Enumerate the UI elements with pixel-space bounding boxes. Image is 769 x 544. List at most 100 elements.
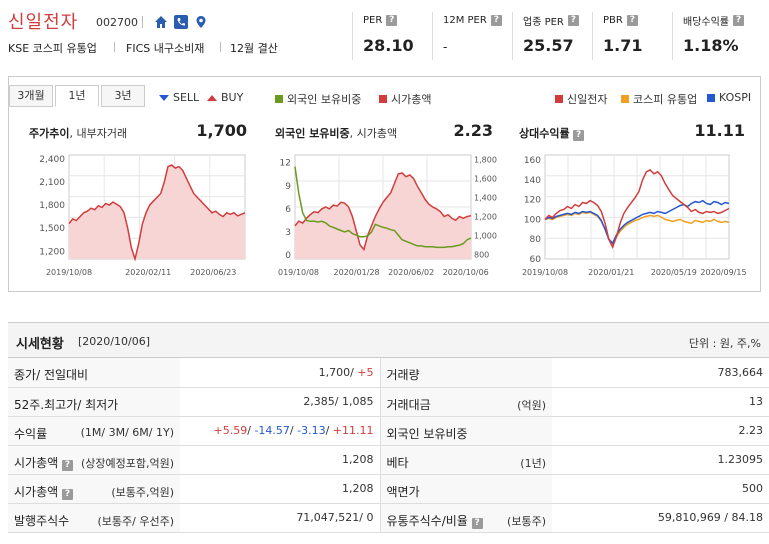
phone-icon[interactable] (174, 15, 188, 29)
price-chart: 주가추이, 내부자거래 1,700 2,400 2,100 1,800 1,500 1,… (19, 115, 255, 285)
row-key-sub: (상장예정포함,억원) (80, 456, 174, 470)
row-key-2-label: 거래량 (387, 366, 420, 383)
dividend-yield-metric: 배당수익률? 1.18% (672, 12, 768, 60)
relative-chart: 상대수익률 ? 11.11 160 140 120 100 80 60 2019/10/08… (509, 115, 753, 285)
price-chart-svg: 2,400 2,100 1,800 1,500 1,200 2019/10/08 2020/… (39, 154, 246, 277)
row-key-2: 외국인 보유비중 (379, 416, 552, 446)
tab-1y[interactable]: 1년 (55, 85, 99, 107)
foreign-label: 외국인 보유비중 (287, 93, 362, 106)
row-key-2-text: 거래대금 (386, 397, 431, 412)
row-value: 1,208 (180, 474, 380, 504)
row-key-2-sub: (1년) (520, 456, 546, 470)
help-icon[interactable]: ? (573, 130, 585, 141)
help-icon[interactable]: ? (733, 14, 744, 26)
x-tick-label: 2019/10/08 (46, 268, 92, 277)
row-value-2: 783,664 (552, 358, 769, 388)
x-tick-label: 2020/01/21 (588, 268, 634, 277)
map-pin-icon[interactable] (194, 15, 208, 29)
row-key-label: 종가/ 전일대비 (14, 366, 88, 383)
row-key-2-label: 베타 (387, 454, 409, 471)
row-key-label: 발행주식수 (14, 512, 69, 529)
market-label: KSE 코스피 유통업 (8, 42, 97, 55)
pbr-value: 1.71 (603, 36, 643, 55)
row-key-2: 거래량 (379, 358, 552, 388)
y-tick-label: 1,500 (39, 224, 65, 234)
12m-per-metric: 12M PER? - (432, 12, 512, 60)
mcap-label: 시가총액 (391, 93, 432, 106)
stock-code: 002700 (96, 16, 138, 29)
help-icon[interactable]: ? (386, 14, 398, 26)
meta-divider (114, 42, 115, 52)
industry-per-metric: 업종 PER? 25.57 (512, 12, 592, 60)
dividend-yield-value: 1.18% (683, 36, 739, 55)
y-right-tick-label: 1,200 (474, 212, 497, 221)
rel-a-legend: 신일전자 (555, 91, 607, 107)
legend-swatch (621, 95, 629, 103)
help-icon[interactable]: ? (62, 488, 73, 500)
return-1m: +5.59 (213, 424, 248, 437)
sell-legend[interactable]: SELL (159, 91, 199, 104)
foreign-chart-title-main: 외국인 보유비중 (275, 127, 350, 140)
returns-value: +5.59/ -14.57/ -3.13/ +11.11 (180, 416, 380, 446)
relative-chart-value: 11.11 (694, 121, 745, 140)
legend-swatch (275, 95, 283, 103)
return-1y: +11.11 (332, 424, 374, 437)
y-right-tick-label: 1,800 (474, 156, 497, 165)
price-chart-title-main: 주가추이 (29, 127, 70, 140)
market-status-header: 시세현황 [2020/10/06] 단위 : 원, 주,% (8, 322, 769, 358)
help-icon[interactable]: ? (62, 459, 73, 471)
tab-3y[interactable]: 3년 (101, 85, 145, 107)
y-tick-label: 2,400 (39, 155, 65, 165)
relative-chart-svg: 160 140 120 100 80 60 2019/10/08 2020/01/21 2020… (522, 154, 747, 277)
y-tick-label: 80 (530, 235, 542, 245)
12m-per-value: - (443, 40, 448, 54)
y-left-tick-label: 0 (285, 251, 291, 261)
industry-per-value: 25.57 (523, 36, 574, 55)
y-tick-label: 2,100 (39, 178, 65, 188)
per-value: 28.10 (363, 36, 414, 55)
row-value-2: 59,810,969 / 84.18 (552, 503, 769, 533)
tab-3m[interactable]: 3개월 (9, 85, 53, 107)
foreign-chart-svg: 12 9 6 3 0 1,800 1,600 1,400 1,200 1,000 800 019/10… (278, 154, 497, 277)
market-status-table: 종가/ 전일대비 1,700/ +5 거래량 783,664 52주.최고가/ … (8, 358, 769, 533)
row-key-2-text: 거래량 (386, 368, 420, 382)
y-tick-label: 120 (524, 196, 541, 206)
x-tick-label: 2019/10/08 (522, 268, 568, 277)
row-key-2-sub: (억원) (517, 398, 546, 412)
row-key-2-label: 외국인 보유비중 (387, 425, 468, 442)
help-icon[interactable]: ? (626, 14, 638, 26)
chart-panel: 3개월 1년 3년 SELL BUY 외국인 보유비중 시가총액 신일전자 코스… (8, 76, 761, 292)
buy-label: BUY (221, 91, 244, 104)
help-icon[interactable]: ? (490, 14, 502, 26)
sell-label: SELL (173, 91, 200, 104)
help-icon[interactable]: ? (567, 14, 579, 26)
x-tick-label: 2020/09/15 (700, 268, 746, 277)
row-key-2-text: 외국인 보유비중 (386, 426, 468, 441)
y-tick-label: 100 (524, 215, 541, 225)
table-row: 수익률 (1M/ 3M/ 6M/ 1Y) +5.59/ -14.57/ -3.1… (8, 416, 769, 446)
row-key-2-label: 거래대금 (387, 396, 431, 413)
home-icon[interactable] (154, 15, 168, 29)
stock-header: 신일전자 002700 KSE 코스피 유통업 FICS 내구소비재 12월 결… (0, 0, 769, 64)
relative-chart-title-main: 상대수익률 (519, 127, 570, 140)
price-chart-title: 주가추이, 내부자거래 (29, 125, 127, 141)
per-metric: PER? 28.10 (352, 12, 432, 60)
company-name: 신일전자 (8, 12, 79, 33)
row-key-sub: (보통주/ 우선주) (97, 514, 174, 528)
foreign-chart: 외국인 보유비중, 시가총액 2.23 12 9 6 3 0 1,800 1,600 1,40… (265, 115, 501, 285)
row-key-text: 발행주식수 (14, 513, 70, 528)
row-key-2-label: 유통주식수/비율 ? (387, 512, 483, 529)
row-value-2: 500 (552, 474, 769, 504)
y-left-tick-label: 12 (280, 159, 291, 169)
row-key-label: 수익률 (14, 425, 47, 442)
legend-swatch (555, 95, 563, 103)
rel-c-label: KOSPI (719, 91, 752, 104)
row-key: 시가총액 ? (보통주,억원) (8, 474, 180, 504)
help-icon[interactable]: ? (471, 517, 483, 529)
row-key-label: 52주.최고가/ 최저가 (14, 396, 118, 413)
table-row: 발행주식수 (보통주/ 우선주) 71,047,521/ 0 유통주식수/비율 … (8, 503, 769, 533)
row-value-2: 2.23 (552, 416, 769, 446)
mcap-legend: 시가총액 (379, 91, 431, 107)
buy-legend[interactable]: BUY (207, 91, 243, 104)
row-key: 종가/ 전일대비 (8, 358, 180, 388)
